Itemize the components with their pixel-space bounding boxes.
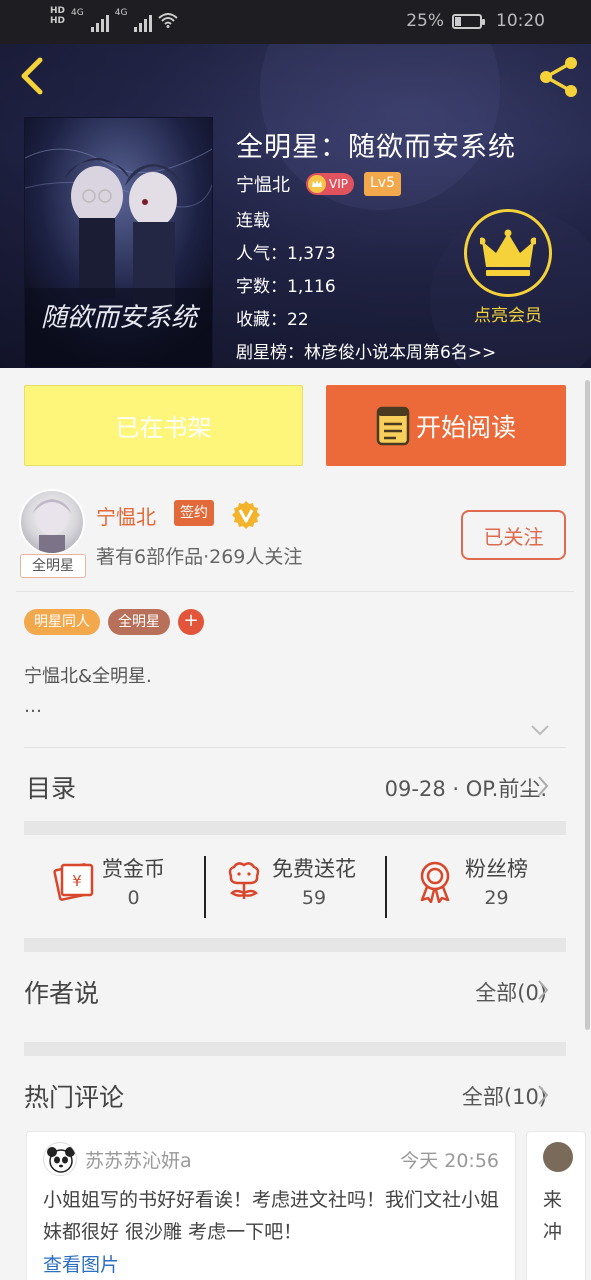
author-stats: 著有6部作品·269人关注	[96, 546, 303, 568]
crown-icon	[464, 209, 552, 297]
flower-icon	[228, 862, 260, 899]
divider	[24, 747, 566, 748]
book-status: 连载	[236, 211, 270, 231]
comment-text: 小姐姐写的书好好看诶！考虑进文社吗！我们文社小姐妹都很好 很沙雕 考虑一下吧！	[43, 1189, 500, 1243]
tag-list: 明星同人 全明星 +	[24, 609, 204, 635]
battery-icon	[452, 13, 485, 29]
detail-panel: 已在书架 开始阅读 全明星 宁愠北 签约 著有6部作品·269人关注 已关注 明…	[0, 368, 591, 1280]
book-icon	[376, 406, 410, 445]
toc-latest-chapter[interactable]: 09-28 · OP.前尘.	[385, 773, 547, 803]
wifi-icon	[158, 13, 179, 28]
cover-illustration: 随欲而安系统	[25, 118, 212, 367]
battery-percent: 25%	[406, 11, 444, 31]
free-flowers[interactable]: 免费送花 59	[224, 844, 356, 918]
stat-divider	[385, 856, 387, 918]
author-name[interactable]: 宁愠北	[96, 501, 156, 530]
add-tag-button[interactable]: +	[178, 609, 204, 635]
start-reading-button[interactable]: 开始阅读	[326, 385, 566, 466]
book-favorites: 收藏：22	[236, 310, 309, 330]
book-title: 全明星：随欲而安系统	[236, 132, 516, 163]
member-label: 点亮会员	[474, 306, 542, 326]
network-type-2: 4G	[114, 8, 128, 18]
on-shelf-button[interactable]: 已在书架	[24, 385, 303, 466]
chevron-right-icon[interactable]	[536, 775, 550, 797]
stat-value: 29	[484, 887, 509, 909]
author-card[interactable]: 全明星 宁愠北 签约 著有6部作品·269人关注 已关注	[0, 486, 591, 596]
share-icon[interactable]	[536, 54, 582, 100]
level-badge: Lv5	[363, 172, 401, 196]
fan-ranking[interactable]: 粉丝榜 29	[415, 844, 528, 918]
stat-divider	[204, 856, 206, 918]
chevron-right-icon[interactable]	[536, 1084, 550, 1106]
stat-label: 粉丝榜	[465, 857, 528, 881]
divider	[16, 591, 574, 592]
cover-title-art: 随欲而安系统	[41, 303, 201, 333]
vip-label: VIP	[329, 177, 348, 191]
tag-item[interactable]: 明星同人	[24, 609, 100, 635]
verified-icon	[232, 501, 260, 529]
book-word-count: 字数：1,116	[236, 277, 336, 297]
tag-item[interactable]: 全明星	[108, 609, 170, 635]
toc-title[interactable]: 目录	[26, 769, 76, 805]
clock: 10:20	[496, 11, 545, 31]
network-type-1: 4G	[71, 8, 84, 18]
author-row: 宁愠北 VIP Lv5	[236, 171, 401, 197]
comment-card[interactable]: 来冲	[526, 1131, 586, 1280]
commenter-avatar[interactable]	[543, 1142, 573, 1172]
stat-value: 59	[301, 887, 327, 909]
book-intro[interactable]: 宁愠北&全明星. …	[24, 662, 152, 722]
hd-label-1: HD	[50, 6, 66, 16]
commenter-name[interactable]: 苏苏苏沁妍a	[85, 1146, 192, 1173]
start-reading-label: 开始阅读	[415, 412, 516, 442]
chevron-down-icon[interactable]	[530, 723, 550, 737]
signal-icon-2	[134, 10, 153, 32]
section-separator	[24, 821, 566, 835]
follow-button[interactable]: 已关注	[461, 510, 566, 560]
comment-card[interactable]: 苏苏苏沁妍a 今天 20:56 小姐姐写的书好好看诶！考虑进文社吗！我们文社小姐…	[26, 1131, 516, 1280]
intro-line: …	[24, 696, 42, 717]
book-popularity: 人气：1,373	[236, 244, 336, 264]
stat-label: 赏金币	[102, 857, 165, 881]
hot-comments-title: 热门评论	[24, 1083, 125, 1112]
scrollbar[interactable]	[585, 380, 590, 1030]
comment-time: 今天 20:56	[400, 1150, 499, 1172]
book-author[interactable]: 宁愠北	[236, 171, 290, 197]
commenter-avatar[interactable]	[43, 1142, 77, 1176]
chevron-right-icon[interactable]	[536, 979, 550, 1001]
crown-icon	[308, 175, 326, 193]
book-ranking-link[interactable]: 剧星榜：林彦俊小说本周第6名>>	[236, 338, 496, 363]
stat-value: 0	[127, 887, 140, 909]
signal-icon	[90, 10, 109, 32]
reward-coins[interactable]: ¥ 赏金币 0	[52, 844, 165, 918]
status-bar: HD HD 4G 4G 25% 10:20	[0, 0, 591, 44]
author-says-title[interactable]: 作者说	[24, 974, 99, 1010]
svg-text:¥: ¥	[72, 872, 82, 890]
coin-envelope-icon: ¥	[53, 863, 94, 901]
comment-text: 来冲	[543, 1189, 563, 1243]
signed-badge: 签约	[174, 500, 214, 526]
hd-label-2: HD	[50, 16, 66, 26]
back-arrow-icon[interactable]	[14, 56, 50, 96]
medal-icon	[420, 861, 450, 903]
author-avatar[interactable]	[19, 489, 85, 555]
view-image-link[interactable]: 查看图片	[43, 1250, 119, 1277]
section-separator	[24, 1042, 566, 1056]
stat-label: 免费送花	[272, 857, 356, 881]
book-info: 全明星：随欲而安系统 宁愠北 VIP Lv5 连载 人气：1,373 字数：1,…	[236, 125, 516, 363]
vip-badge: VIP	[306, 173, 354, 195]
member-button[interactable]: 点亮会员	[462, 209, 554, 326]
intro-line: 宁愠北&全明星.	[24, 666, 152, 687]
hot-comments-all[interactable]: 全部(10)	[462, 1081, 547, 1111]
book-cover[interactable]: 随欲而安系统	[24, 117, 213, 368]
avatar-tag: 全明星	[20, 554, 86, 578]
section-separator	[24, 938, 566, 952]
